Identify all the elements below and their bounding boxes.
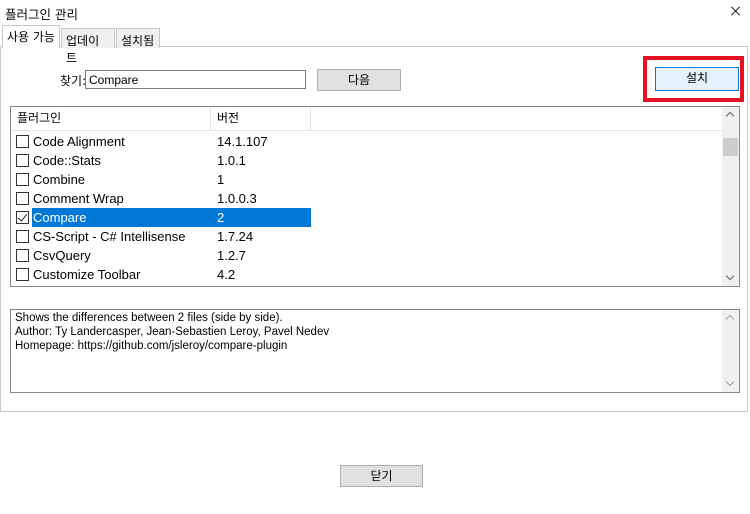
description-box[interactable]: Shows the differences between 2 files (s…	[10, 309, 740, 393]
table-row[interactable]: Customize Toolbar 4.2	[11, 265, 311, 284]
plugin-version: 1	[217, 172, 225, 187]
scroll-thumb[interactable]	[723, 138, 738, 156]
plugin-name: Customize Toolbar	[33, 267, 141, 282]
scroll-up-icon[interactable]	[722, 310, 739, 327]
table-row[interactable]: CsvQuery 1.2.7	[11, 246, 311, 265]
plugin-name: Combine	[33, 172, 86, 187]
row-checkbox[interactable]	[16, 249, 29, 262]
description-line: Homepage: https://github.com/jsleroy/com…	[15, 340, 288, 352]
row-checkbox[interactable]	[16, 135, 29, 148]
install-button[interactable]: 설치	[655, 67, 739, 91]
plugin-name: Code Alignment	[33, 134, 125, 149]
list-scrollbar[interactable]	[722, 107, 739, 286]
plugin-name: Code::Stats	[33, 153, 101, 168]
table-row[interactable]: Comment Wrap 1.0.0.3	[11, 189, 311, 208]
plugin-version: 1.2.7	[217, 248, 246, 263]
plugin-name: CS-Script - C# Intellisense	[33, 229, 186, 244]
row-checkbox[interactable]	[16, 173, 29, 186]
row-checkbox[interactable]	[16, 154, 29, 167]
table-row[interactable]: Compare 2	[11, 208, 311, 227]
plugin-name: Compare	[32, 208, 211, 227]
list-header: 플러그인 버전	[11, 107, 723, 131]
plugin-version: 14.1.107	[217, 134, 268, 149]
description-line: Author: Ty Landercasper, Jean-Sebastien …	[15, 326, 330, 338]
column-header-plugin[interactable]: 플러그인	[11, 107, 211, 131]
tab-available[interactable]: 사용 가능	[2, 25, 60, 48]
plugin-version: 4.2	[217, 267, 236, 282]
close-button[interactable]: 닫기	[340, 465, 423, 487]
search-input[interactable]	[85, 70, 306, 89]
tab-updates[interactable]: 업데이트	[61, 28, 115, 65]
plugin-version: 2	[211, 208, 311, 227]
row-checkbox[interactable]	[16, 192, 29, 205]
next-button[interactable]: 다음	[317, 69, 401, 91]
scroll-up-icon[interactable]	[722, 107, 739, 124]
column-header-version[interactable]: 버전	[211, 107, 311, 131]
table-row[interactable]: Combine 1	[11, 170, 311, 189]
description-line: Shows the differences between 2 files (s…	[15, 312, 283, 324]
tab-installed[interactable]: 설치됨	[116, 28, 160, 48]
plugin-version: 1.0.1	[217, 153, 246, 168]
row-checkbox[interactable]	[16, 211, 29, 224]
plugin-version: 1.7.24	[217, 229, 254, 244]
description-scrollbar[interactable]	[722, 310, 739, 392]
scroll-down-icon[interactable]	[722, 269, 739, 286]
window-title: 플러그인 관리	[5, 7, 78, 22]
row-checkbox[interactable]	[16, 268, 29, 281]
table-row[interactable]: CS-Script - C# Intellisense 1.7.24	[11, 227, 311, 246]
plugin-list[interactable]: 플러그인 버전 Code Alignment 14.1.107Code::Stat…	[10, 106, 740, 287]
plugin-name: Comment Wrap	[33, 191, 124, 206]
plugin-name: CsvQuery	[33, 248, 91, 263]
plugin-version: 1.0.0.3	[217, 191, 257, 206]
row-checkbox[interactable]	[16, 230, 29, 243]
table-row[interactable]: Code Alignment 14.1.107	[11, 132, 311, 151]
close-icon[interactable]	[730, 5, 742, 17]
title-bar: 플러그인 관리	[0, 0, 750, 26]
search-label: 찾기:	[60, 74, 87, 88]
scroll-down-icon[interactable]	[722, 375, 739, 392]
table-row[interactable]: Code::Stats 1.0.1	[11, 151, 311, 170]
